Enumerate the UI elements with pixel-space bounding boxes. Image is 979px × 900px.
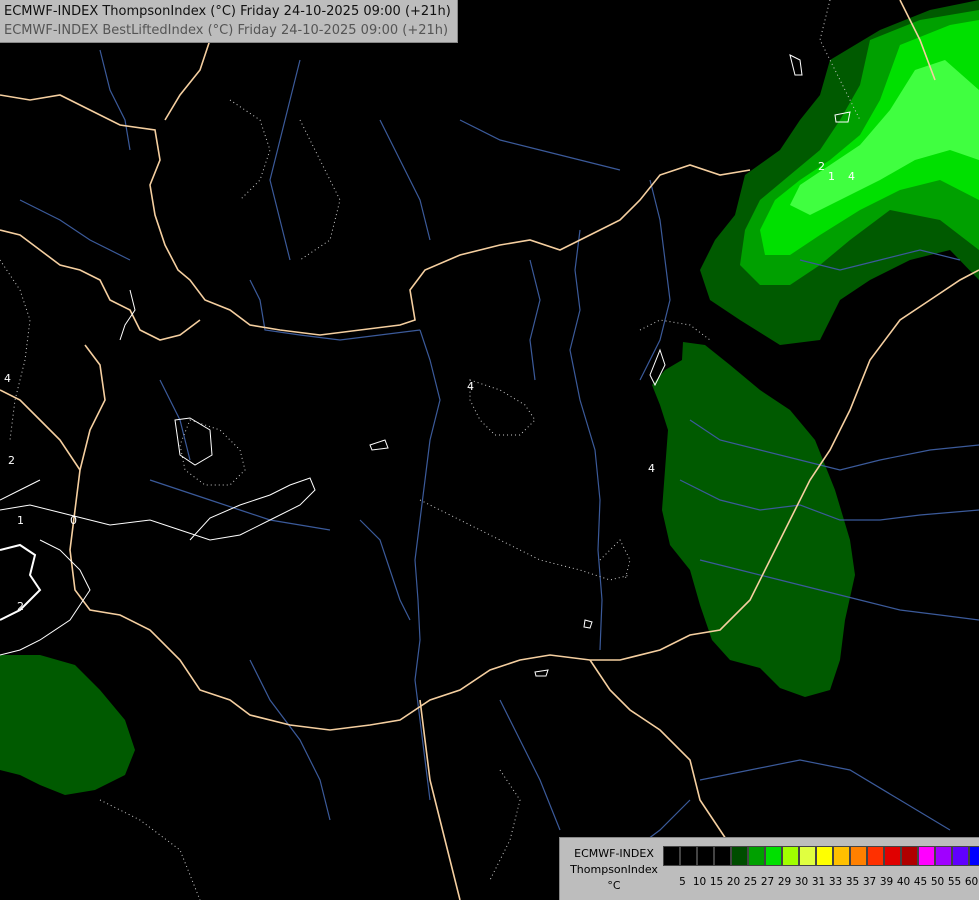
legend-swatch: [799, 846, 816, 866]
contour-label: 2: [818, 160, 825, 173]
legend-swatch: [969, 846, 979, 866]
legend-unit: °C: [607, 879, 621, 892]
legend-swatch: [731, 846, 748, 866]
legend-tick-label: 37: [862, 876, 877, 888]
legend-tick-label: 27: [760, 876, 775, 888]
legend-swatch: [833, 846, 850, 866]
legend-tick-label: 30: [794, 876, 809, 888]
legend-tick-label: 35: [845, 876, 860, 888]
legend-swatch: [697, 846, 714, 866]
legend-tick-label: 31: [811, 876, 826, 888]
legend-tick-label: 50: [930, 876, 945, 888]
legend-tick-label: 25: [743, 876, 758, 888]
legend-swatch: [816, 846, 833, 866]
legend-parameter: ThompsonIndex: [570, 863, 658, 876]
contour-label: 2: [8, 454, 15, 467]
legend-swatch: [918, 846, 935, 866]
contour-label: 4: [848, 170, 855, 183]
legend-tick-label: 15: [709, 876, 724, 888]
legend-ticks: 5 10 15 20 25 27 29 30 31 33 35 37 39 40 45 50 55 60: [674, 876, 979, 889]
legend-tick-label: 55: [947, 876, 962, 888]
contour-label: 4: [648, 462, 655, 475]
legend-swatch: [850, 846, 867, 866]
contour-label: 1: [17, 514, 24, 527]
legend-swatch: [935, 846, 952, 866]
legend-model: ECMWF-INDEX: [574, 847, 654, 860]
legend-tick-label: 45: [913, 876, 928, 888]
legend-tick-label: 10: [692, 876, 707, 888]
legend-swatch: [952, 846, 969, 866]
legend-swatch: [663, 846, 680, 866]
legend-tick-label: 33: [828, 876, 843, 888]
legend-swatch: [867, 846, 884, 866]
legend-swatch: [782, 846, 799, 866]
legend-swatch: [748, 846, 765, 866]
legend-tick-label: 20: [726, 876, 741, 888]
legend-swatch: [680, 846, 697, 866]
legend-swatch: [714, 846, 731, 866]
shaded-area-east: [652, 342, 855, 697]
shaded-areas: [0, 0, 979, 795]
weather-map: 4 2 1 0 2 4 4 2 1 4 ECMWF-INDEX Thompson…: [0, 0, 979, 900]
map-title-box: ECMWF-INDEX ThompsonIndex (°C) Friday 24…: [0, 0, 458, 43]
legend-tick-label: 29: [777, 876, 792, 888]
contour-label: 2: [17, 600, 24, 613]
legend-tick-label: 5: [679, 876, 686, 888]
contour-label: 4: [4, 372, 11, 385]
legend-swatch: [884, 846, 901, 866]
title-thompson-index: ECMWF-INDEX ThompsonIndex (°C) Friday 24…: [4, 4, 451, 19]
contour-label: 4: [467, 380, 474, 393]
color-legend: ECMWF-INDEX ThompsonIndex °C 5 10 15 20 25 27…: [559, 837, 979, 900]
legend-swatches: [663, 846, 979, 866]
legend-swatch: [765, 846, 782, 866]
title-best-lifted-index: ECMWF-INDEX BestLiftedIndex (°C) Friday …: [4, 23, 449, 38]
legend-tick-label: 40: [896, 876, 911, 888]
legend-tick-label: 60: [964, 876, 979, 888]
contour-label: 0: [70, 514, 77, 527]
legend-swatch: [901, 846, 918, 866]
contour-label: 1: [828, 170, 835, 183]
map-canvas: 4 2 1 0 2 4 4 2 1 4: [0, 0, 979, 900]
legend-tick-label: 39: [879, 876, 894, 888]
shaded-area-sw: [0, 655, 135, 795]
